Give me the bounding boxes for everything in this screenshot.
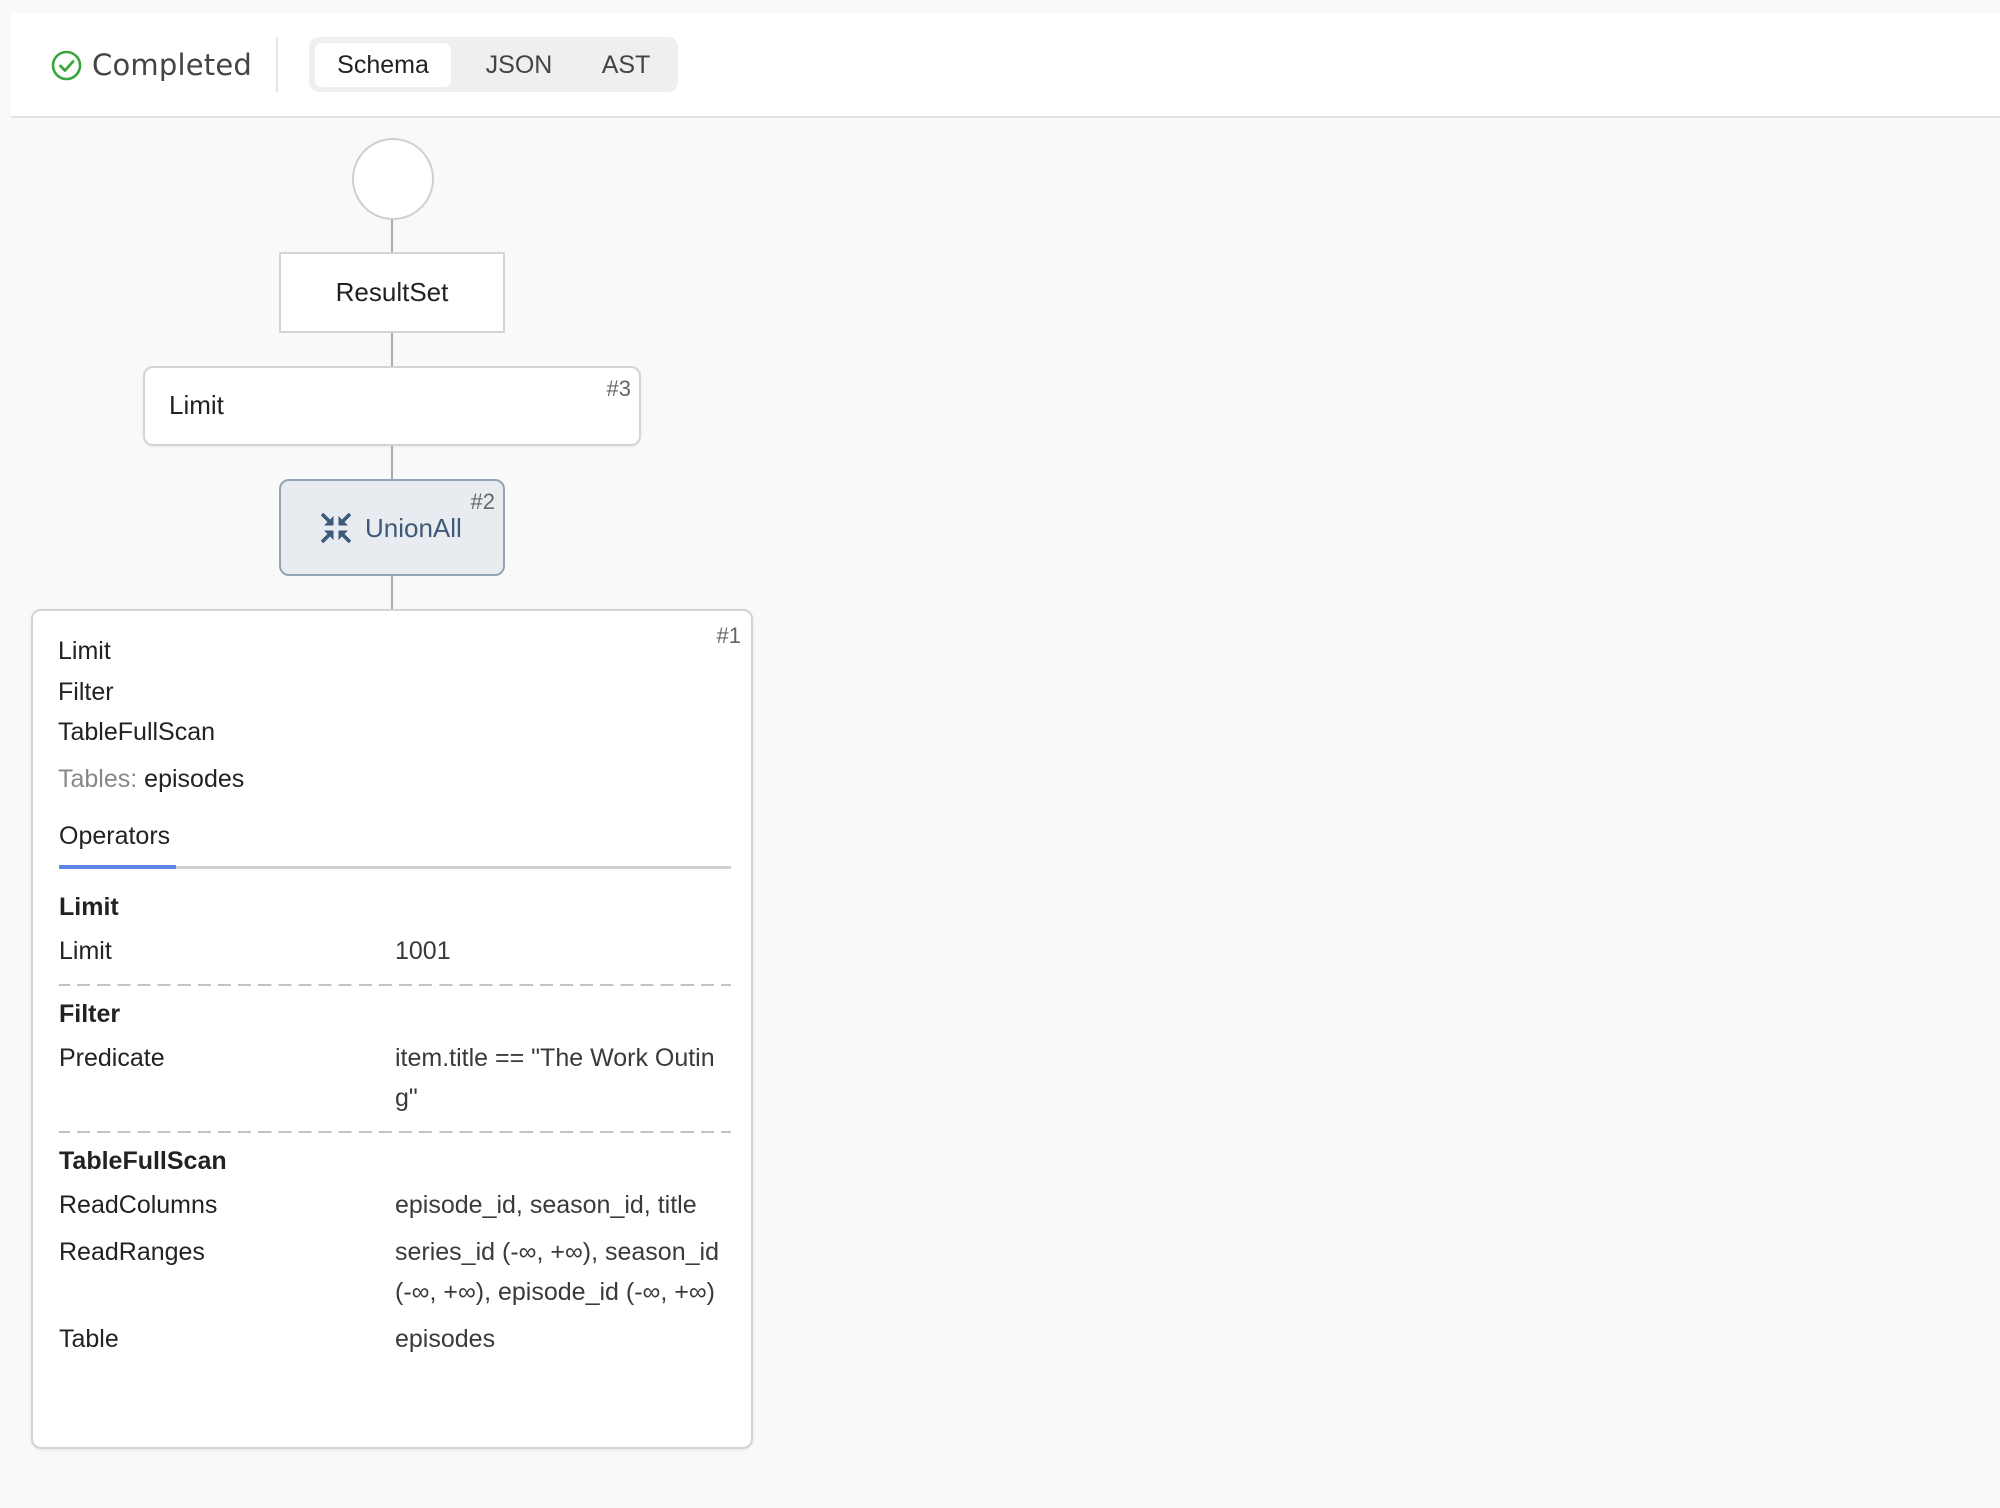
node-resultset[interactable]: ResultSet [279,252,505,333]
operator-row: Predicate item.title == "The Work Outing… [59,1038,731,1125]
tab-operators[interactable]: Operators [59,818,176,869]
operator-value: episode_id, season_id, title [395,1191,697,1219]
node-limit[interactable]: Limit #3 [143,366,641,446]
tab-json[interactable]: JSON [469,43,569,87]
stage-operator: Limit [58,637,111,665]
status-indicator: Completed [51,47,252,83]
operator-key: Predicate [59,1044,165,1072]
node-unionall[interactable]: UnionAll #2 [279,479,505,576]
edge-root-resultset [391,218,393,252]
node-resultset-label: ResultSet [335,277,449,307]
node-limit-label: Limit [169,390,224,420]
operator-section-limit: Limit Limit 1001 [59,883,731,984]
operator-key: ReadColumns [59,1191,218,1219]
operator-title: TableFullScan [59,1147,227,1175]
edge-resultset-limit [391,333,393,366]
operator-row: Limit 1001 [59,931,731,978]
stage-operator-list: Limit Filter TableFullScan [58,631,215,753]
operators-table: Limit Limit 1001 Filter Predicate item.t… [59,883,731,1372]
edge-union-stage [391,576,393,609]
stage-tables-value: episodes [144,765,245,793]
operator-value: item.title == "The Work Outing" [395,1044,715,1112]
header-divider [276,37,278,92]
operator-key: Table [59,1325,119,1353]
operator-key: ReadRanges [59,1238,205,1266]
operator-section-tablefullscan: TableFullScan ReadColumns episode_id, se… [59,1131,731,1372]
tab-schema[interactable]: Schema [315,43,451,87]
operator-title: Filter [59,1000,121,1028]
status-label: Completed [92,48,252,82]
stage-operator: Filter [58,677,114,706]
plan-root-node[interactable] [352,138,434,220]
operator-row: ReadRanges series_id (-∞, +∞), season_id… [59,1232,731,1319]
node-stage[interactable]: #1 Limit Filter TableFullScan Tables: ep… [31,609,753,1449]
edge-limit-union [391,446,393,479]
stage-operator: TableFullScan [58,718,216,746]
plan-canvas[interactable]: ResultSet Limit #3 UnionAll #2 #1 Limit … [0,118,2000,1508]
operator-value: series_id (-∞, +∞), season_id (-∞, +∞), … [395,1238,719,1306]
header-bar: Completed Schema JSON AST [11,13,2000,118]
operator-title: Limit [59,893,119,921]
operator-key: Limit [59,937,112,965]
operator-value: episodes [395,1325,496,1353]
node-unionall-label: UnionAll [365,512,462,543]
collapse-arrows-icon [319,511,353,545]
node-stage-id: #1 [716,623,741,648]
node-limit-id: #3 [606,376,631,401]
stage-tabs: Operators [59,818,731,869]
operator-row: ReadColumns episode_id, season_id, title [59,1185,731,1232]
operator-row: Table episodes [59,1319,731,1366]
tab-ast[interactable]: AST [585,43,667,87]
operator-section-filter: Filter Predicate item.title == "The Work… [59,984,731,1131]
stage-tables: Tables: episodes [58,761,244,797]
check-circle-icon [51,50,82,81]
operator-value: 1001 [395,937,451,965]
stage-tables-label: Tables: [58,765,138,793]
view-switcher: Schema JSON AST [309,37,678,92]
node-unionall-id: #2 [470,489,495,514]
